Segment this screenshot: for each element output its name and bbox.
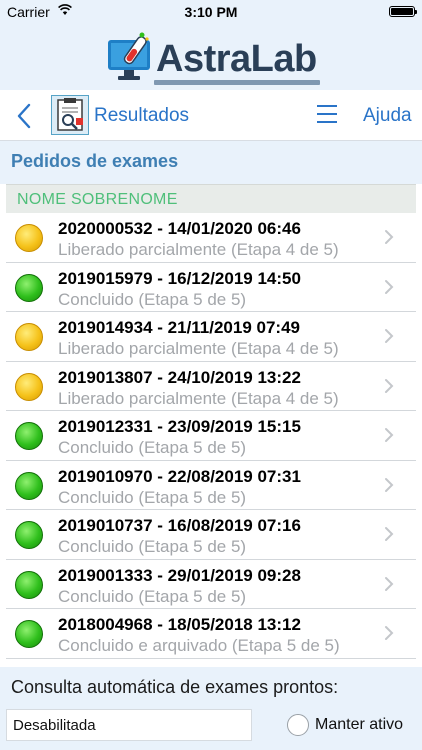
status-dot-icon bbox=[15, 372, 43, 401]
chevron-right-icon bbox=[385, 527, 394, 541]
order-status: Liberado parcialmente (Etapa 4 de 5) bbox=[58, 388, 339, 408]
chevron-right-icon bbox=[385, 378, 394, 393]
navigation-bar: Resultados Ajuda bbox=[0, 90, 422, 141]
order-status: Concluido (Etapa 5 de 5) bbox=[58, 438, 247, 457]
patient-header: NOME SOBRENOME bbox=[6, 184, 416, 214]
brand-header: AstraLab bbox=[0, 24, 422, 90]
orders-list: 2020000532 - 14/01/2020 06:46 Liberado p… bbox=[6, 213, 416, 667]
auto-check-select[interactable]: Desabilitada bbox=[6, 709, 252, 741]
order-title: 2018004968 - 18/05/2018 13:12 bbox=[58, 615, 301, 634]
status-bar: Carrier 3:10 PM bbox=[0, 0, 422, 24]
status-dot-icon bbox=[15, 620, 43, 648]
order-title: 2019013807 - 24/10/2019 13:22 bbox=[58, 367, 301, 387]
page-title: Resultados bbox=[94, 105, 190, 126]
order-row[interactable]: 2019013807 - 24/10/2019 13:22 Liberado p… bbox=[6, 361, 416, 411]
brand-underline bbox=[154, 80, 320, 85]
status-dot-icon bbox=[15, 224, 43, 252]
chevron-right-icon bbox=[385, 428, 394, 442]
order-status: Liberado parcialmente (Etapa 4 de 5) bbox=[58, 339, 339, 358]
status-dot-icon bbox=[15, 521, 43, 549]
auto-check-label: Consulta automática de exames prontos: bbox=[11, 677, 339, 697]
order-row[interactable]: 2020000532 - 14/01/2020 06:46 Liberado p… bbox=[6, 213, 416, 263]
order-title: 2019001333 - 29/01/2019 09:28 bbox=[58, 565, 301, 585]
order-title: 2019010737 - 16/08/2019 07:16 bbox=[58, 516, 301, 535]
status-dot-icon bbox=[15, 323, 43, 351]
order-row[interactable]: 2019010737 - 16/08/2019 07:16 Concluido … bbox=[6, 510, 416, 560]
section-header: Pedidos de exames bbox=[0, 141, 422, 184]
section-title: Pedidos de exames bbox=[11, 151, 179, 171]
order-status: Concluido (Etapa 5 de 5) bbox=[58, 586, 247, 606]
order-title: 2019014934 - 21/11/2019 07:49 bbox=[58, 318, 301, 337]
report-document-icon bbox=[51, 95, 89, 135]
status-dot-icon bbox=[15, 273, 43, 302]
chevron-right-icon bbox=[385, 576, 394, 591]
order-title: 2019010970 - 22/08/2019 07:31 bbox=[58, 466, 301, 486]
chevron-right-icon bbox=[385, 329, 394, 343]
order-status: Concluido (Etapa 5 de 5) bbox=[58, 537, 247, 556]
patient-name: NOME SOBRENOME bbox=[17, 191, 178, 208]
keep-active-radio[interactable] bbox=[287, 714, 309, 736]
auto-check-panel: Consulta automática de exames prontos: D… bbox=[0, 667, 422, 750]
chevron-right-icon bbox=[385, 279, 394, 294]
status-dot-icon bbox=[15, 570, 43, 599]
order-status: Liberado parcialmente (Etapa 4 de 5) bbox=[58, 240, 339, 259]
order-title: 2020000532 - 14/01/2020 06:46 bbox=[58, 219, 301, 238]
test-tube-monitor-icon bbox=[108, 32, 150, 80]
order-row[interactable]: 2019001333 - 29/01/2019 09:28 Concluido … bbox=[6, 559, 416, 609]
order-row[interactable]: 2018004968 - 18/05/2018 13:12 Concluido … bbox=[6, 609, 416, 659]
order-row[interactable]: 2019010970 - 22/08/2019 07:31 Concluido … bbox=[6, 460, 416, 510]
order-row[interactable]: 2019015979 - 16/12/2019 14:50 Concluido … bbox=[6, 262, 416, 312]
order-row[interactable]: 2019014934 - 21/11/2019 07:49 Liberado p… bbox=[6, 312, 416, 362]
order-title: 2019012331 - 23/09/2019 15:15 bbox=[58, 417, 301, 436]
chevron-right-icon bbox=[385, 230, 394, 244]
chevron-left-icon[interactable] bbox=[14, 102, 34, 130]
order-row[interactable]: 2019012331 - 23/09/2019 15:15 Concluido … bbox=[6, 411, 416, 461]
brand-name: AstraLab bbox=[156, 38, 317, 80]
order-status: Concluido (Etapa 5 de 5) bbox=[58, 289, 247, 309]
order-status: Concluido e arquivado (Etapa 5 de 5) bbox=[58, 636, 340, 655]
battery-icon bbox=[389, 6, 417, 17]
status-dot-icon bbox=[15, 471, 43, 500]
hamburger-menu-icon[interactable] bbox=[316, 104, 338, 124]
order-title: 2019015979 - 16/12/2019 14:50 bbox=[58, 268, 301, 288]
order-status: Concluido (Etapa 5 de 5) bbox=[58, 487, 247, 507]
clock: 3:10 PM bbox=[184, 4, 238, 20]
chevron-right-icon bbox=[385, 626, 394, 640]
status-dot-icon bbox=[15, 422, 43, 450]
help-button[interactable]: Ajuda bbox=[363, 105, 412, 127]
chevron-right-icon bbox=[385, 477, 394, 492]
keep-active-label: Manter ativo bbox=[315, 716, 404, 733]
